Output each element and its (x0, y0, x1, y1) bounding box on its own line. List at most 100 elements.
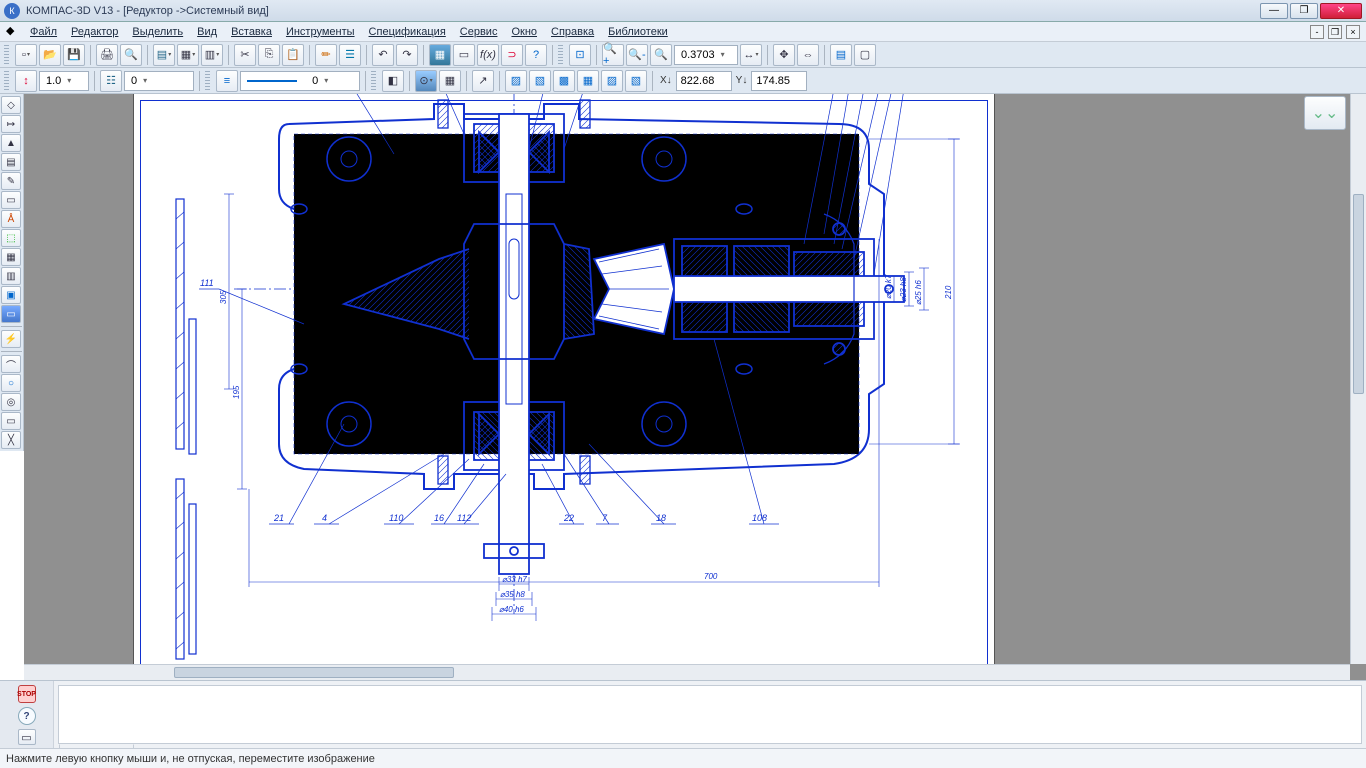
preview-button[interactable]: 🔍 (120, 44, 142, 66)
toolbar-handle[interactable] (558, 45, 563, 65)
zoom-prev-button[interactable]: ↔▾ (740, 44, 762, 66)
snap-button[interactable]: ⊙▾ (415, 70, 437, 92)
close-button[interactable]: ✕ (1320, 3, 1362, 19)
local-cs-button[interactable]: ↗ (472, 70, 494, 92)
context-help-button[interactable]: ? (18, 707, 36, 725)
pan-button[interactable]: ✥ (773, 44, 795, 66)
lib-button[interactable]: ▤▾ (153, 44, 175, 66)
menu-help[interactable]: Справка (545, 24, 600, 40)
svg-text:⌀20 k7: ⌀20 k7 (884, 274, 893, 299)
zoom-window-button[interactable]: 🔍 (650, 44, 672, 66)
mdi-minimize[interactable]: - (1310, 25, 1324, 39)
toolbar-handle[interactable] (4, 71, 9, 91)
scrollbar-horizontal[interactable] (24, 664, 1350, 680)
geometry-tool[interactable]: ◇ (1, 96, 21, 114)
zoom-in-button[interactable]: 🔍+ (602, 44, 624, 66)
drawing-canvas[interactable]: 111 21 4 110 16 112 22 7 18 108 ⌀33 h7 ⌀… (24, 94, 1366, 680)
text-tool[interactable]: ▤ (1, 153, 21, 171)
hatch-2-button[interactable]: ▧ (529, 70, 551, 92)
snap-step-button[interactable]: ↕ (15, 70, 37, 92)
toolbar-handle[interactable] (4, 45, 9, 65)
hatch-4-button[interactable]: ▦ (577, 70, 599, 92)
mdi-close[interactable]: × (1346, 25, 1360, 39)
insert-tool[interactable]: ▣ (1, 286, 21, 304)
aux-tool[interactable]: ╳ (1, 431, 21, 449)
paste-button[interactable]: 📋 (282, 44, 304, 66)
toolbar-handle[interactable] (371, 71, 376, 91)
zoom-fit-button[interactable]: ⊡ (569, 44, 591, 66)
menu-service[interactable]: Сервис (454, 24, 504, 40)
step-input[interactable]: 1.0 (39, 71, 89, 91)
undo-button[interactable]: ↶ (372, 44, 394, 66)
circle-tool[interactable]: ○ (1, 374, 21, 392)
print-button[interactable]: 🖨 (96, 44, 118, 66)
rebuild-button[interactable]: ▤ (830, 44, 852, 66)
hatch-5-button[interactable]: ▨ (601, 70, 623, 92)
zoom-out-button[interactable]: 🔍- (626, 44, 648, 66)
edit-tool[interactable]: ✎ (1, 172, 21, 190)
help-button[interactable]: ? (525, 44, 547, 66)
svg-text:112: 112 (457, 513, 471, 523)
ortho-button[interactable]: ◧ (382, 70, 404, 92)
redraw-button[interactable]: ▢ (854, 44, 876, 66)
app-icon: К (4, 3, 20, 19)
menu-window[interactable]: Окно (505, 24, 543, 40)
shaft-tool[interactable]: ⚡ (1, 330, 21, 348)
menu-editor[interactable]: Редактор (65, 24, 124, 40)
measure-tool[interactable]: Å (1, 210, 21, 228)
menu-view[interactable]: Вид (191, 24, 223, 40)
layer-button[interactable]: ☷ (100, 70, 122, 92)
stop-button[interactable]: STOP (18, 685, 36, 703)
views-tool[interactable]: ▭ (1, 305, 21, 323)
ring-tool[interactable]: ◎ (1, 393, 21, 411)
symbols-tool[interactable]: ▲ (1, 134, 21, 152)
spec-tool[interactable]: ▦ (1, 248, 21, 266)
linestyle-button[interactable]: ≡ (216, 70, 238, 92)
magnet-button[interactable]: ⊃ (501, 44, 523, 66)
hatch-6-button[interactable]: ▧ (625, 70, 647, 92)
grid-button[interactable]: ▦ (439, 70, 461, 92)
linestyle-dropdown[interactable]: 0 (240, 71, 360, 91)
panel-collapse-button[interactable]: ⌄⌄ (1304, 96, 1346, 130)
new-button[interactable]: ▫▾ (15, 44, 37, 66)
maximize-button[interactable]: ❐ (1290, 3, 1318, 19)
x-coord-input[interactable] (676, 71, 732, 91)
minimize-button[interactable]: — (1260, 3, 1288, 19)
hatch-1-button[interactable]: ▨ (505, 70, 527, 92)
toolbar-handle[interactable] (205, 71, 210, 91)
command-input-area[interactable]: Сдвинуть (58, 685, 1362, 744)
properties-button[interactable]: ☰ (339, 44, 361, 66)
curve-tool[interactable]: ⌒ (1, 355, 21, 373)
copy-button[interactable]: ⎘ (258, 44, 280, 66)
scrollbar-vertical[interactable] (1350, 94, 1366, 664)
zoom-value-dropdown[interactable]: 0.3703 (674, 45, 738, 65)
panel-option-button[interactable]: ▭ (18, 729, 36, 745)
hatch-3-button[interactable]: ▩ (553, 70, 575, 92)
save-button[interactable]: 💾 (63, 44, 85, 66)
menu-libs[interactable]: Библиотеки (602, 24, 674, 40)
layer-dropdown[interactable]: 0 (124, 71, 194, 91)
open-button[interactable]: 📂 (39, 44, 61, 66)
scroll-button[interactable]: ⇔ (797, 44, 819, 66)
rect-tool[interactable]: ▭ (1, 412, 21, 430)
cut-button[interactable]: ✂ (234, 44, 256, 66)
menu-insert[interactable]: Вставка (225, 24, 278, 40)
menu-tools[interactable]: Инструменты (280, 24, 361, 40)
manager-button[interactable]: ▦ (429, 44, 451, 66)
param-tool[interactable]: ▭ (1, 191, 21, 209)
y-coord-input[interactable] (751, 71, 807, 91)
mdi-restore[interactable]: ❐ (1328, 25, 1342, 39)
reports-tool[interactable]: ▥ (1, 267, 21, 285)
menu-file[interactable]: Файл (24, 24, 63, 40)
menu-spec[interactable]: Спецификация (363, 24, 452, 40)
dimension-tool[interactable]: ↦ (1, 115, 21, 133)
redo-button[interactable]: ↷ (396, 44, 418, 66)
brush-button[interactable]: ✏ (315, 44, 337, 66)
menu-select[interactable]: Выделить (126, 24, 189, 40)
fx-button[interactable]: f(x) (477, 44, 499, 66)
vars-button[interactable]: ▭ (453, 44, 475, 66)
prop-button[interactable]: ▥▾ (201, 44, 223, 66)
select-tool[interactable]: ⬚ (1, 229, 21, 247)
status-text: Нажмите левую кнопку мыши и, не отпуская… (6, 753, 375, 765)
spec-button[interactable]: ▦▾ (177, 44, 199, 66)
